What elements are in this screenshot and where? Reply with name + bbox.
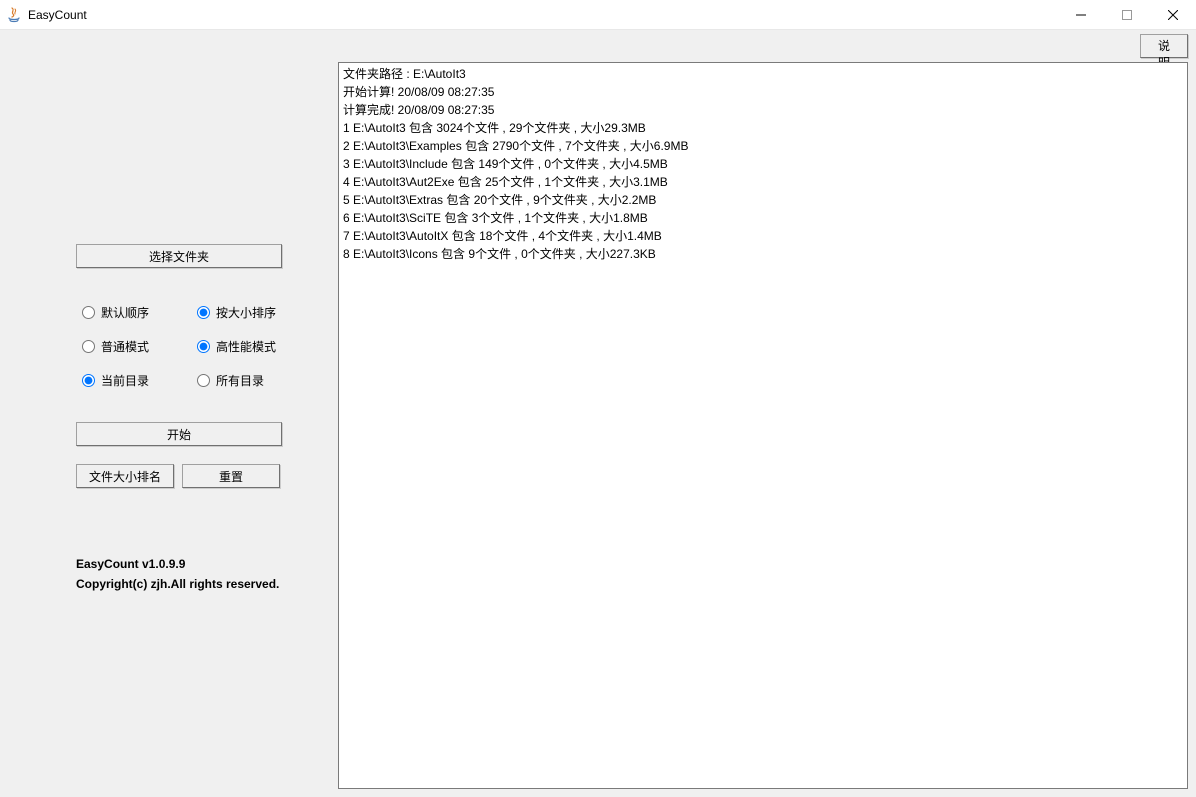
main-row: 选择文件夹 默认顺序 按大小排序 普通模式 高性能模式 [8, 62, 1188, 789]
button-row-2: 文件大小排名 重置 [76, 464, 280, 488]
radio-mode-highperf-input[interactable] [197, 340, 210, 353]
radio-mode-normal[interactable]: 普通模式 [82, 338, 149, 355]
output-line: 1 E:\AutoIt3 包含 3024个文件 , 29个文件夹 , 大小29.… [343, 119, 1183, 137]
top-row: 说明 [8, 34, 1188, 60]
output-line: 2 E:\AutoIt3\Examples 包含 2790个文件 , 7个文件夹… [343, 137, 1183, 155]
radio-group-order: 默认顺序 按大小排序 [82, 304, 276, 321]
reset-button[interactable]: 重置 [182, 464, 280, 488]
output-line: 5 E:\AutoIt3\Extras 包含 20个文件 , 9个文件夹 , 大… [343, 191, 1183, 209]
output-line: 7 E:\AutoIt3\AutoItX 包含 18个文件 , 4个文件夹 , … [343, 227, 1183, 245]
output-line: 4 E:\AutoIt3\Aut2Exe 包含 25个文件 , 1个文件夹 , … [343, 173, 1183, 191]
radio-mode-highperf[interactable]: 高性能模式 [197, 338, 276, 355]
radio-order-bysize[interactable]: 按大小排序 [197, 304, 276, 321]
select-folder-button[interactable]: 选择文件夹 [76, 244, 282, 268]
output-line: 计算完成! 20/08/09 08:27:35 [343, 101, 1183, 119]
radio-group-dir: 当前目录 所有目录 [82, 372, 264, 389]
radio-dir-all-input[interactable] [197, 374, 210, 387]
start-button[interactable]: 开始 [76, 422, 282, 446]
radio-order-bysize-input[interactable] [197, 306, 210, 319]
radio-order-bysize-label: 按大小排序 [216, 304, 276, 321]
window-title: EasyCount [28, 8, 87, 22]
radio-mode-normal-label: 普通模式 [101, 338, 149, 355]
output-line: 8 E:\AutoIt3\Icons 包含 9个文件 , 0个文件夹 , 大小2… [343, 245, 1183, 263]
output-textarea[interactable]: 文件夹路径 : E:\AutoIt3开始计算! 20/08/09 08:27:3… [338, 62, 1188, 789]
output-line: 6 E:\AutoIt3\SciTE 包含 3个文件 , 1个文件夹 , 大小1… [343, 209, 1183, 227]
titlebar: EasyCount [0, 0, 1196, 30]
radio-dir-current-input[interactable] [82, 374, 95, 387]
output-line: 开始计算! 20/08/09 08:27:35 [343, 83, 1183, 101]
client-area: 说明 选择文件夹 默认顺序 按大小排序 普通模式 [0, 30, 1196, 797]
radio-dir-current[interactable]: 当前目录 [82, 372, 149, 389]
java-icon [6, 7, 22, 23]
radio-mode-highperf-label: 高性能模式 [216, 338, 276, 355]
file-size-rank-button[interactable]: 文件大小排名 [76, 464, 174, 488]
minimize-button[interactable] [1058, 0, 1104, 30]
left-panel: 选择文件夹 默认顺序 按大小排序 普通模式 高性能模式 [8, 62, 338, 789]
radio-dir-all[interactable]: 所有目录 [197, 372, 264, 389]
output-line: 文件夹路径 : E:\AutoIt3 [343, 65, 1183, 83]
help-button[interactable]: 说明 [1140, 34, 1188, 58]
radio-order-default-label: 默认顺序 [101, 304, 149, 321]
maximize-button[interactable] [1104, 0, 1150, 30]
close-button[interactable] [1150, 0, 1196, 30]
radio-group-mode: 普通模式 高性能模式 [82, 338, 276, 355]
radio-order-default[interactable]: 默认顺序 [82, 304, 149, 321]
output-line: 3 E:\AutoIt3\Include 包含 149个文件 , 0个文件夹 ,… [343, 155, 1183, 173]
radio-dir-current-label: 当前目录 [101, 372, 149, 389]
copyright-text: Copyright(c) zjh.All rights reserved. [76, 574, 279, 594]
radio-order-default-input[interactable] [82, 306, 95, 319]
footer-info: EasyCount v1.0.9.9 Copyright(c) zjh.All … [76, 554, 279, 594]
version-text: EasyCount v1.0.9.9 [76, 554, 279, 574]
radio-mode-normal-input[interactable] [82, 340, 95, 353]
radio-dir-all-label: 所有目录 [216, 372, 264, 389]
